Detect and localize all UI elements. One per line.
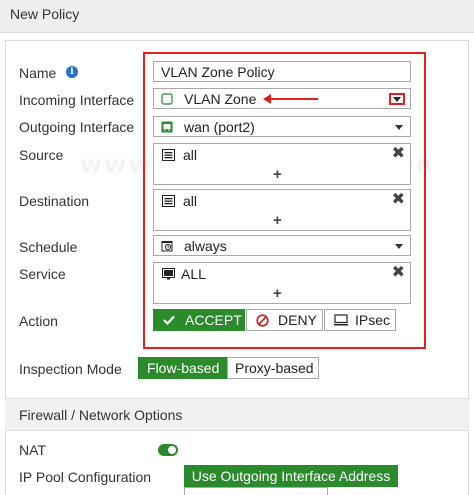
action-label: Action (19, 313, 58, 329)
use-outgoing-interface-address-button[interactable]: Use Outgoing Interface Address (184, 465, 398, 487)
highlight-frame (143, 52, 426, 349)
dialog-titlebar: New Policy (0, 0, 474, 33)
inspection-flow-based-button[interactable]: Flow-based (138, 357, 227, 379)
dialog-title: New Policy (10, 6, 80, 22)
ip-pool-configuration-label: IP Pool Configuration (19, 469, 152, 485)
inspection-mode-label: Inspection Mode (19, 361, 122, 377)
firewall-network-options-header: Firewall / Network Options (5, 398, 469, 431)
info-icon[interactable]: i (66, 66, 78, 78)
nat-toggle[interactable] (158, 444, 178, 456)
nat-label: NAT (19, 442, 46, 458)
ip-pool-secondary-option[interactable] (184, 487, 328, 495)
firewall-network-options-title: Firewall / Network Options (19, 407, 183, 423)
schedule-label: Schedule (19, 239, 78, 255)
destination-label: Destination (19, 193, 90, 209)
name-label: Name (19, 65, 57, 81)
service-label: Service (19, 266, 66, 282)
inspection-proxy-based-button[interactable]: Proxy-based (227, 357, 319, 379)
source-label: Source (19, 147, 64, 163)
outgoing-interface-label: Outgoing Interface (19, 119, 135, 135)
incoming-interface-label: Incoming Interface (19, 92, 135, 108)
inspection-flow-based-label: Flow-based (147, 360, 220, 376)
inspection-proxy-based-label: Proxy-based (235, 360, 314, 376)
